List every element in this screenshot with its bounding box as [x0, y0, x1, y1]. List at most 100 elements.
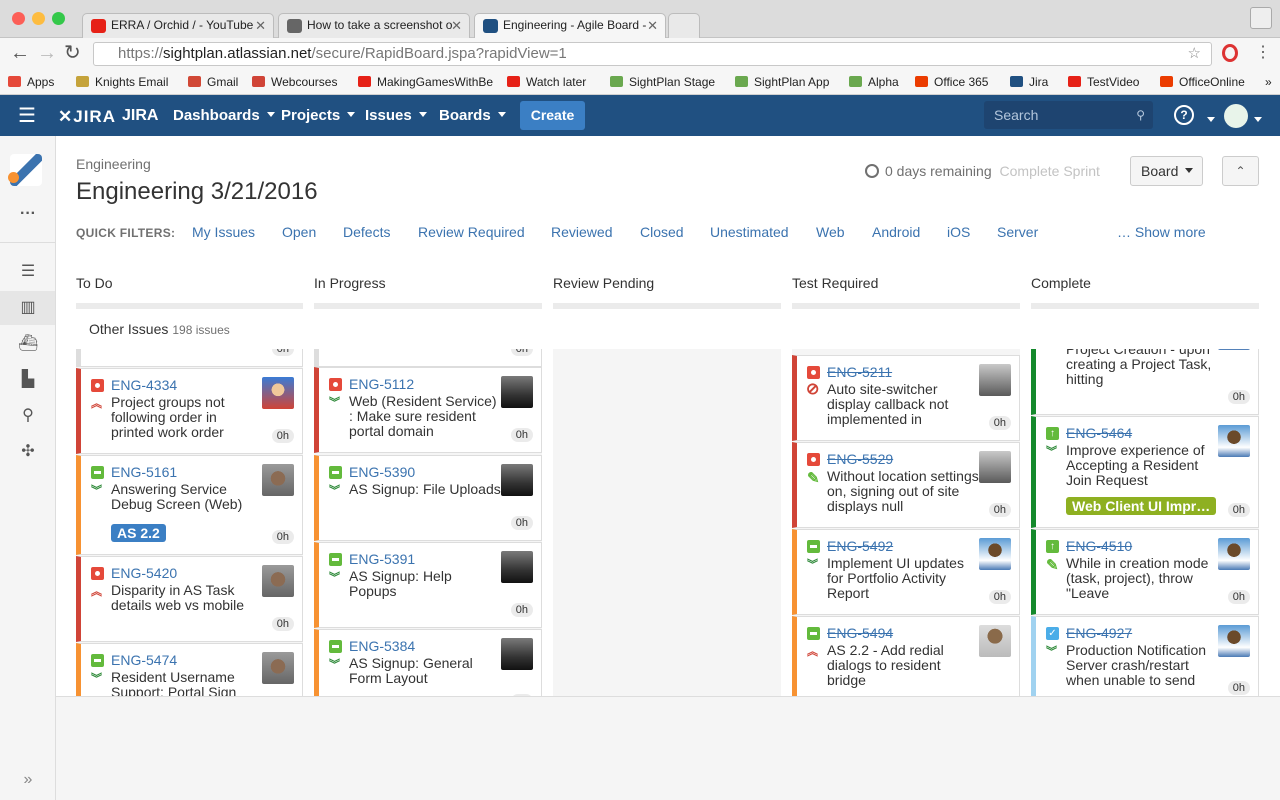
quick-filter-open[interactable]: Open: [282, 224, 316, 240]
issue-card[interactable]: ⊘ ENG-5211 Auto site-switcher display call…: [792, 355, 1020, 441]
bookmark-star-icon[interactable]: ☆: [1188, 43, 1201, 65]
complete-sprint-button[interactable]: Complete Sprint: [1000, 163, 1100, 179]
add-ons-icon[interactable]: ✣: [18, 442, 38, 462]
user-menu-caret[interactable]: [1247, 112, 1262, 130]
issue-key[interactable]: ENG-5474: [111, 652, 177, 668]
user-avatar[interactable]: [1224, 104, 1248, 128]
issue-card[interactable]: ︾ ENG-5390 AS Signup: File Uploads 0h: [314, 455, 542, 541]
assignee-avatar[interactable]: [262, 377, 294, 409]
jira-logo[interactable]: ✕JIRA: [58, 107, 116, 127]
backlog-icon[interactable]: ☰: [18, 262, 38, 282]
issue-card[interactable]: ︾ ENG-5112 Web (Resident Service) : Make s…: [314, 367, 542, 453]
maximize-window-button[interactable]: [52, 12, 65, 25]
issue-key[interactable]: ENG-4510: [1066, 538, 1132, 554]
issue-card[interactable]: ︾ ENG-5391 AS Signup: Help Popups 0h: [314, 542, 542, 628]
bookmark-item[interactable]: Office 365: [915, 75, 988, 89]
bookmark-item[interactable]: SightPlan Stage: [610, 75, 715, 89]
menu-icon[interactable]: ⋮: [1255, 42, 1271, 64]
more-icon[interactable]: ···: [18, 204, 38, 224]
expand-sidebar-icon[interactable]: »: [18, 770, 38, 790]
browser-tab-jira[interactable]: Engineering - Agile Board - ✕: [474, 13, 666, 39]
hamburger-icon[interactable]: ☰: [18, 103, 36, 128]
bookmark-item[interactable]: Webcourses: [252, 75, 337, 89]
bookmark-item[interactable]: Knights Email: [76, 75, 168, 89]
quick-filter-web[interactable]: Web: [816, 224, 845, 240]
issue-key[interactable]: ENG-5391: [349, 551, 415, 567]
close-tab-icon[interactable]: ✕: [255, 18, 266, 34]
assignee-avatar[interactable]: [979, 451, 1011, 483]
assignee-avatar[interactable]: [262, 464, 294, 496]
assignee-avatar[interactable]: [501, 376, 533, 408]
quick-filter-my-issues[interactable]: My Issues: [192, 224, 255, 240]
assignee-avatar[interactable]: [1218, 538, 1250, 570]
bookmark-item[interactable]: Apps: [8, 75, 54, 89]
forward-icon[interactable]: →: [37, 42, 57, 64]
issue-card[interactable]: ✓ ︾ ENG-4927 Production Notification Server…: [1031, 616, 1259, 696]
bookmark-item[interactable]: Watch later: [507, 75, 586, 89]
issue-key[interactable]: ENG-5464: [1066, 425, 1132, 441]
profile-icon[interactable]: [1250, 7, 1272, 29]
bookmark-item[interactable]: MakingGamesWithBe: [358, 75, 493, 89]
bookmarks-overflow-icon[interactable]: »: [1265, 75, 1272, 89]
reports-icon[interactable]: ▙: [18, 370, 38, 390]
issue-card[interactable]: 0h: [314, 349, 542, 367]
issue-key[interactable]: ENG-5112: [349, 376, 414, 392]
issue-key[interactable]: ENG-5384: [349, 638, 415, 654]
show-more-filters[interactable]: … Show more: [1117, 224, 1206, 240]
quick-filter-server[interactable]: Server: [997, 224, 1038, 240]
new-tab-button[interactable]: [668, 13, 700, 39]
nav-dashboards[interactable]: Dashboards: [173, 107, 275, 124]
releases-icon[interactable]: ⛴: [18, 334, 38, 354]
issue-key[interactable]: ENG-5211: [827, 364, 892, 380]
assignee-avatar[interactable]: [262, 652, 294, 684]
active-sprints-icon[interactable]: ▥: [18, 298, 38, 318]
issue-key[interactable]: ENG-5529: [827, 451, 893, 467]
quick-filter-closed[interactable]: Closed: [640, 224, 684, 240]
bookmark-item[interactable]: SightPlan App: [735, 75, 829, 89]
issue-key[interactable]: ENG-5420: [111, 565, 177, 581]
issue-card[interactable]: ↑ ✎ ENG-4510 While in creation mode (task, …: [1031, 529, 1259, 615]
bookmark-item[interactable]: TestVideo: [1068, 75, 1139, 89]
back-icon[interactable]: ←: [10, 42, 30, 64]
issues-search-icon[interactable]: ⚲: [18, 406, 38, 426]
issue-card[interactable]: ︾ ENG-5474 Resident Username Support: Port…: [76, 643, 303, 696]
bookmark-item[interactable]: Gmail: [188, 75, 238, 89]
help-menu-caret[interactable]: [1200, 112, 1215, 130]
minimize-window-button[interactable]: [32, 12, 45, 25]
swimlane-header[interactable]: Other Issues 198 issues: [89, 321, 230, 337]
quick-filter-defects[interactable]: Defects: [343, 224, 390, 240]
bookmark-item[interactable]: Jira: [1010, 75, 1048, 89]
issue-key[interactable]: ENG-4927: [1066, 625, 1132, 641]
assignee-avatar[interactable]: [262, 565, 294, 597]
product-name[interactable]: JIRA: [122, 107, 158, 125]
issue-key[interactable]: ENG-5161: [111, 464, 177, 480]
issue-card[interactable]: Printed Projects0h: [76, 349, 303, 367]
assignee-avatar[interactable]: [501, 464, 533, 496]
quick-filter-reviewed[interactable]: Reviewed: [551, 224, 612, 240]
board-menu-button[interactable]: Board: [1130, 156, 1203, 186]
issue-card[interactable]: ︾ ENG-5492 Implement UI updates for Portfo…: [792, 529, 1020, 615]
create-button[interactable]: Create: [520, 101, 585, 130]
quick-filter-ios[interactable]: iOS: [947, 224, 970, 240]
assignee-avatar[interactable]: [501, 638, 533, 670]
nav-projects[interactable]: Projects: [281, 107, 356, 124]
browser-tab-screenshot[interactable]: How to take a screenshot o ✕: [278, 13, 470, 39]
issue-card[interactable]: ✎ ENG-5529 Without location settings on, s…: [792, 442, 1020, 528]
issue-card[interactable]: ︾ Project Creation - upon creating a Proj…: [1031, 349, 1259, 415]
quick-filter-android[interactable]: Android: [872, 224, 920, 240]
nav-issues[interactable]: Issues: [365, 107, 427, 124]
assignee-avatar[interactable]: [979, 364, 1011, 396]
assignee-avatar[interactable]: [1218, 425, 1250, 457]
issue-card[interactable]: ︽ ENG-5420 Disparity in AS Task details we…: [76, 556, 303, 642]
nav-boards[interactable]: Boards: [439, 107, 506, 124]
quick-filter-unestimated[interactable]: Unestimated: [710, 224, 789, 240]
browser-tab-youtube[interactable]: ERRA / Orchid / - YouTube ✕: [82, 13, 274, 39]
issue-card[interactable]: ︽ ENG-5494 AS 2.2 - Add redial dialogs to …: [792, 616, 1020, 696]
assignee-avatar[interactable]: [1218, 349, 1250, 350]
issue-card[interactable]: ↑ ︾ ENG-5464 Improve experience of Acceptin…: [1031, 416, 1259, 528]
assignee-avatar[interactable]: [979, 538, 1011, 570]
collapse-header-button[interactable]: ⌃: [1222, 156, 1259, 186]
issue-card[interactable]: ︾ ENG-5161 Answering Service Debug Screen …: [76, 455, 303, 555]
reload-icon[interactable]: ↻: [64, 42, 81, 64]
assignee-avatar[interactable]: [1218, 625, 1250, 657]
